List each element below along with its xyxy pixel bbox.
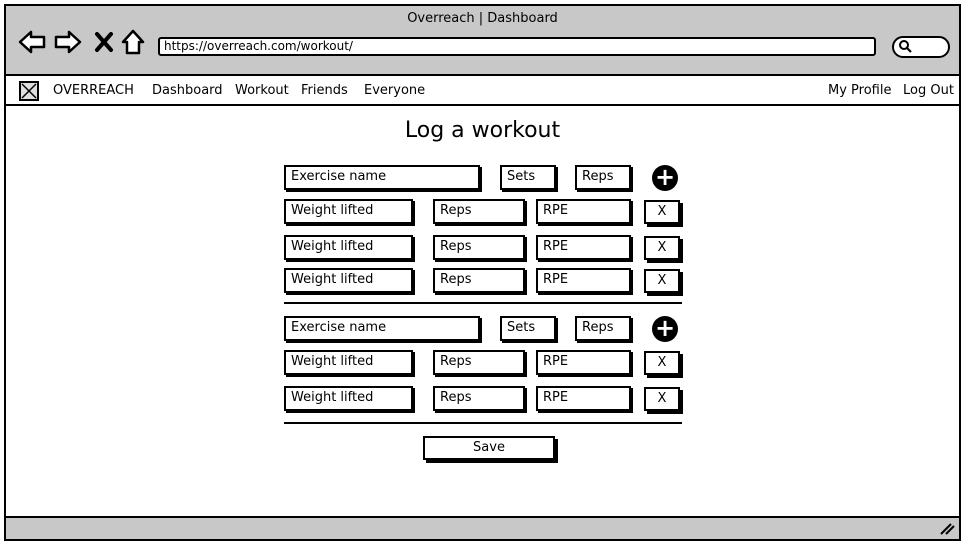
nav-everyone[interactable]: Everyone xyxy=(364,83,425,98)
rpe-input[interactable]: RPE xyxy=(536,386,631,411)
plus-circle-icon[interactable]: + xyxy=(652,165,678,191)
browser-search-field[interactable] xyxy=(892,36,950,58)
exercise-name-input[interactable]: Exercise name xyxy=(284,316,480,341)
nav-dashboard[interactable]: Dashboard xyxy=(152,83,223,98)
save-button[interactable]: Save xyxy=(423,436,555,460)
sets-input[interactable]: Sets xyxy=(500,316,556,341)
image-placeholder-icon[interactable] xyxy=(19,81,39,101)
search-icon xyxy=(898,39,912,57)
weight-lifted-input[interactable]: Weight lifted xyxy=(284,235,413,260)
weight-lifted-input[interactable]: Weight lifted xyxy=(284,268,413,293)
set-reps-input[interactable]: Reps xyxy=(433,386,525,411)
brand-name[interactable]: OVERREACH xyxy=(53,83,134,98)
home-icon[interactable] xyxy=(119,28,147,56)
remove-set-button[interactable]: X xyxy=(644,200,680,224)
exercise-name-input[interactable]: Exercise name xyxy=(284,165,480,190)
status-bar xyxy=(6,516,959,539)
app-navbar: OVERREACH Dashboard Workout Friends Ever… xyxy=(6,76,959,106)
window-title: Overreach | Dashboard xyxy=(407,11,558,26)
nav-my-profile[interactable]: My Profile xyxy=(828,83,891,98)
nav-friends[interactable]: Friends xyxy=(301,83,348,98)
reps-input[interactable]: Reps xyxy=(575,316,631,341)
sets-input[interactable]: Sets xyxy=(500,165,556,190)
set-reps-input[interactable]: Reps xyxy=(433,268,525,293)
page-title: Log a workout xyxy=(404,118,561,143)
back-arrow-icon[interactable] xyxy=(18,28,46,56)
plus-circle-icon[interactable]: + xyxy=(652,316,678,342)
weight-lifted-input[interactable]: Weight lifted xyxy=(284,386,413,411)
weight-lifted-input[interactable]: Weight lifted xyxy=(284,350,413,375)
set-reps-input[interactable]: Reps xyxy=(433,350,525,375)
reps-input[interactable]: Reps xyxy=(575,165,631,190)
remove-set-button[interactable]: X xyxy=(644,351,680,375)
rpe-input[interactable]: RPE xyxy=(536,235,631,260)
nav-workout[interactable]: Workout xyxy=(235,83,289,98)
resize-grip-icon[interactable] xyxy=(939,522,955,539)
remove-set-button[interactable]: X xyxy=(644,236,680,260)
rpe-input[interactable]: RPE xyxy=(536,268,631,293)
set-reps-input[interactable]: Reps xyxy=(433,235,525,260)
weight-lifted-input[interactable]: Weight lifted xyxy=(284,199,413,224)
forward-arrow-icon[interactable] xyxy=(54,28,82,56)
remove-set-button[interactable]: X xyxy=(644,269,680,293)
rpe-input[interactable]: RPE xyxy=(536,199,631,224)
browser-window: Overreach | Dashboard https://overreach.… xyxy=(4,4,961,541)
rpe-input[interactable]: RPE xyxy=(536,350,631,375)
browser-chrome: Overreach | Dashboard https://overreach.… xyxy=(6,6,959,76)
exercise-divider xyxy=(284,422,682,424)
exercise-divider xyxy=(284,302,682,304)
nav-log-out[interactable]: Log Out xyxy=(903,83,954,98)
remove-set-button[interactable]: X xyxy=(644,387,680,411)
close-icon[interactable] xyxy=(90,28,118,56)
address-bar[interactable]: https://overreach.com/workout/ xyxy=(158,37,876,56)
set-reps-input[interactable]: Reps xyxy=(433,199,525,224)
